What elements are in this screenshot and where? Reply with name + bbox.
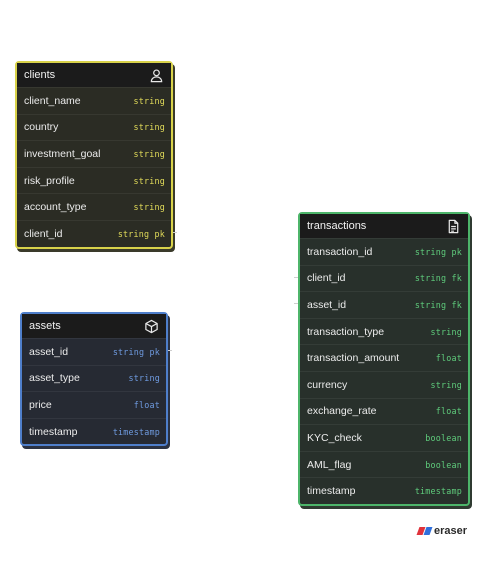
field-name: transaction_amount [307, 352, 400, 365]
field-name: client_id [24, 227, 63, 240]
field-name: transaction_id [307, 245, 373, 258]
field-type: string pk [112, 346, 160, 357]
field-name: exchange_rate [307, 405, 377, 418]
field-name: country [24, 121, 59, 134]
field-name: price [29, 398, 52, 411]
field-row: exchange_rate float [300, 397, 468, 425]
field-row: transaction_amount float [300, 344, 468, 371]
document-icon [445, 218, 461, 234]
entity-header: clients [17, 63, 171, 87]
field-row: asset_id string pk [22, 338, 166, 365]
field-type: string [133, 122, 165, 133]
entity-title: assets [29, 320, 61, 332]
field-name: timestamp [29, 425, 78, 438]
field-name: transaction_type [307, 325, 385, 338]
field-type: string pk [117, 228, 165, 239]
field-name: currency [307, 378, 348, 391]
field-row: transaction_type string [300, 317, 468, 345]
entity-assets[interactable]: assets asset_id string pk asset_type strin… [20, 312, 168, 447]
field-type: float [435, 353, 462, 364]
entity-clients[interactable]: clients client_name string country string … [15, 61, 173, 249]
field-type: string fk [414, 273, 462, 284]
field-row: country string [17, 113, 171, 141]
field-row: KYC_check boolean [300, 424, 468, 451]
field-row: AML_flag boolean [300, 450, 468, 478]
field-name: asset_id [29, 345, 69, 358]
relation-connector [294, 277, 298, 278]
field-type: string [133, 95, 165, 106]
field-row: client_id string pk [17, 219, 171, 247]
field-row: asset_id string fk [300, 291, 468, 318]
field-type: string [128, 373, 160, 384]
field-name: timestamp [307, 485, 356, 498]
field-type: timestamp [414, 486, 462, 497]
field-name: investment_goal [24, 147, 101, 160]
entity-header: assets [22, 314, 166, 338]
field-type: string [430, 379, 462, 390]
field-type: string [133, 175, 165, 186]
entity-title: transactions [307, 220, 367, 232]
field-row: asset_type string [22, 364, 166, 392]
field-type: string fk [414, 299, 462, 310]
field-name: account_type [24, 201, 87, 214]
eraser-logo: eraser [416, 525, 468, 537]
field-type: string pk [414, 246, 462, 257]
field-row: client_id string fk [300, 264, 468, 292]
field-type: string [133, 148, 165, 159]
field-row: currency string [300, 370, 468, 398]
field-name: asset_type [29, 372, 80, 385]
field-type: string [133, 202, 165, 213]
field-row: timestamp timestamp [300, 477, 468, 504]
eraser-logo-text: eraser [434, 525, 468, 537]
field-row: price float [22, 391, 166, 418]
field-name: asset_id [307, 298, 347, 311]
field-row: client_name string [17, 87, 171, 114]
field-name: risk_profile [24, 174, 75, 187]
relation-connector [173, 232, 177, 233]
field-row: timestamp timestamp [22, 417, 166, 445]
field-name: KYC_check [307, 431, 362, 444]
field-type: boolean [425, 432, 462, 443]
field-row: risk_profile string [17, 166, 171, 194]
field-type: float [435, 406, 462, 417]
user-icon [148, 67, 164, 83]
field-row: account_type string [17, 193, 171, 220]
field-type: timestamp [112, 426, 160, 437]
entity-title: clients [24, 69, 56, 81]
relation-connector [294, 303, 298, 304]
field-name: AML_flag [307, 458, 352, 471]
field-row: transaction_id string pk [300, 238, 468, 265]
field-type: boolean [425, 459, 462, 470]
relation-connector [168, 350, 172, 351]
field-row: investment_goal string [17, 140, 171, 167]
entity-transactions[interactable]: transactions transaction_id string pk cli… [298, 212, 470, 506]
cube-icon [143, 318, 159, 334]
field-type: float [133, 399, 160, 410]
entity-header: transactions [300, 214, 468, 238]
field-name: client_id [307, 272, 346, 285]
field-type: string [430, 326, 462, 337]
eraser-logo-mark [416, 527, 433, 535]
field-name: client_name [24, 94, 81, 107]
